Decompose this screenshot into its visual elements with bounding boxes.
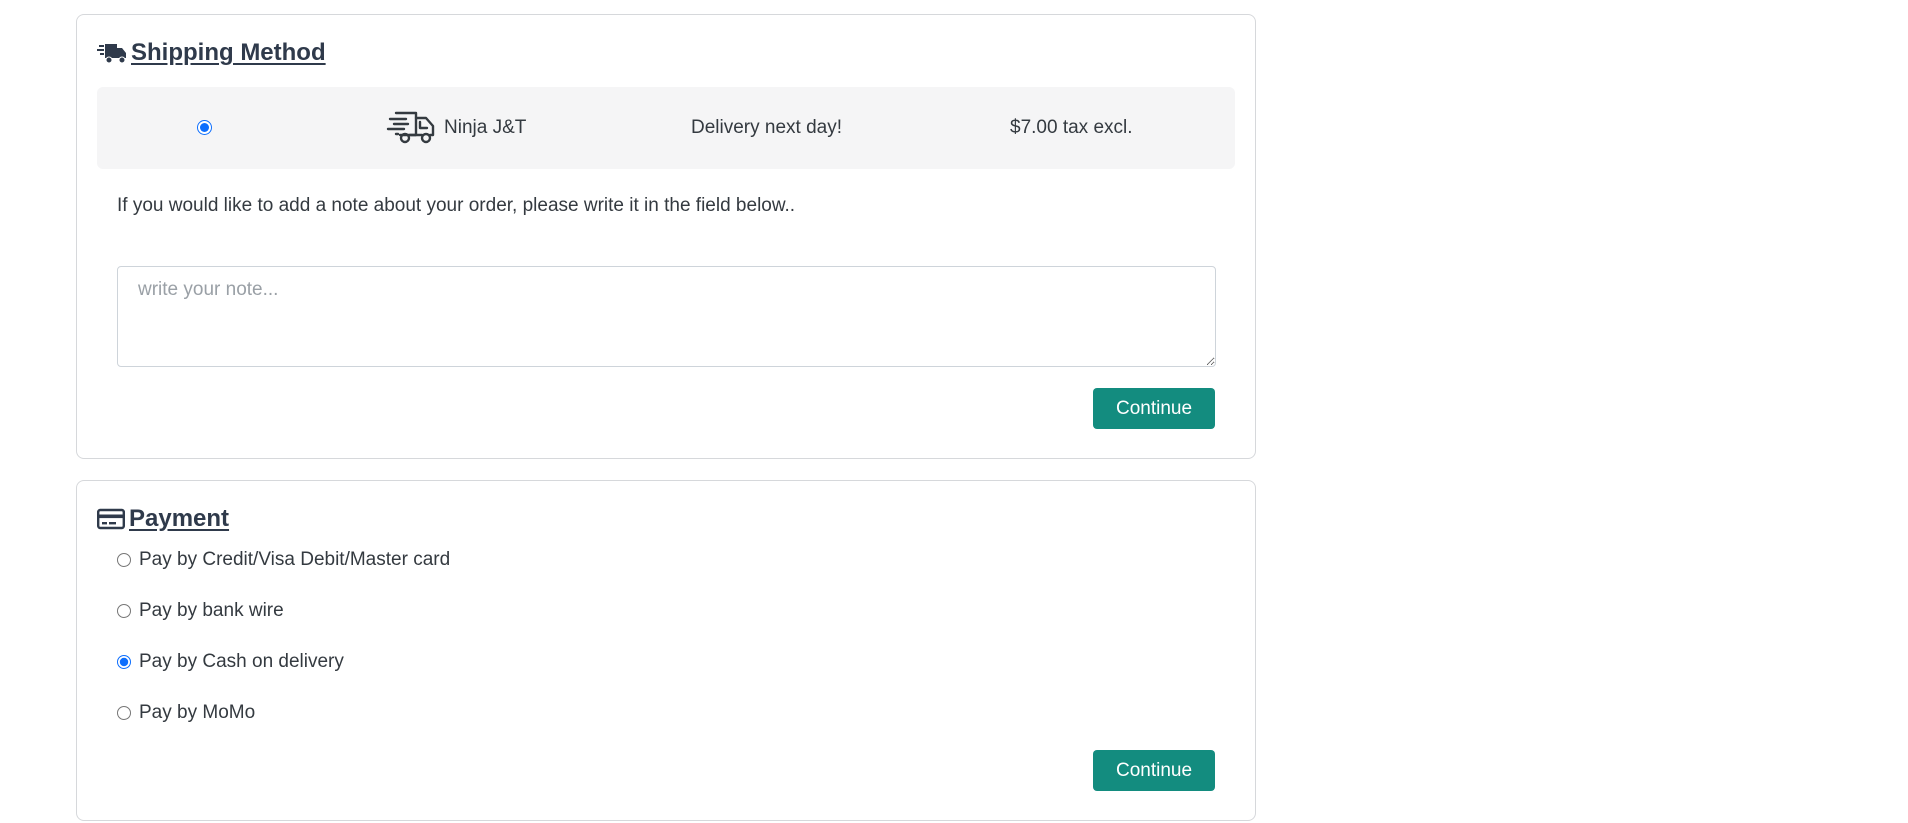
payment-option-label: Pay by MoMo [139,702,256,723]
carrier-name-text: Ninja J&T [444,117,527,138]
carrier-name: Ninja J&T [386,109,526,147]
shipping-continue-button[interactable]: Continue [1093,388,1215,429]
delivery-truck-icon [386,111,435,144]
payment-radio-card[interactable] [117,553,131,567]
payment-option-cash-on-delivery[interactable]: Pay by Cash on delivery [117,650,450,674]
payment-options-list: Pay by Credit/Visa Debit/Master card Pay… [117,548,450,752]
payment-option-card[interactable]: Pay by Credit/Visa Debit/Master card [117,548,450,572]
payment-section: Payment Pay by Credit/Visa Debit/Master … [76,480,1256,821]
order-note-label: If you would like to add a note about yo… [117,195,796,216]
payment-option-momo[interactable]: Pay by MoMo [117,701,450,725]
payment-title-text: Payment [129,505,230,532]
payment-option-label: Pay by Cash on delivery [139,651,344,672]
shipping-method-title-text: Shipping Method [131,39,326,66]
payment-option-label: Pay by Credit/Visa Debit/Master card [139,549,451,570]
carrier-radio[interactable] [197,120,212,135]
shipping-fast-icon [97,44,126,64]
order-note-textarea[interactable] [117,266,1216,367]
credit-card-icon [97,508,125,530]
carrier-option-row[interactable]: Ninja J&T Delivery next day! $7.00 tax e… [97,87,1235,169]
carrier-delay: Delivery next day! [691,117,843,138]
payment-continue-button[interactable]: Continue [1093,750,1215,791]
payment-title[interactable]: Payment [97,505,229,533]
payment-option-bank-wire[interactable]: Pay by bank wire [117,599,450,623]
carrier-price: $7.00 tax excl. [1010,117,1133,138]
payment-option-label: Pay by bank wire [139,600,284,621]
shipping-method-section: Shipping Method Ninja J&T Delivery next … [76,14,1256,459]
shipping-method-title[interactable]: Shipping Method [97,39,326,67]
payment-radio-momo[interactable] [117,706,131,720]
payment-radio-cash-on-delivery[interactable] [117,655,131,669]
payment-radio-bank-wire[interactable] [117,604,131,618]
